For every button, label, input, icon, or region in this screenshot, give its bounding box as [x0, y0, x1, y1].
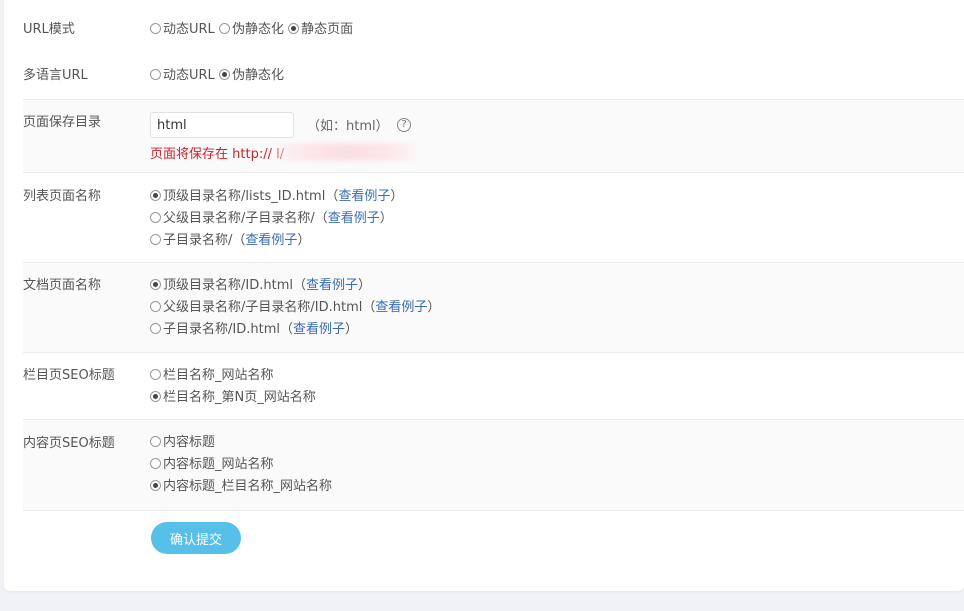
row-column-seo-title: 栏目页SEO标题 栏目名称_网站名称 栏目名称_第N页_网站名称	[23, 352, 964, 420]
radio-checked-icon[interactable]	[150, 279, 161, 290]
url-mode-option-dynamic[interactable]: 动态URL	[150, 20, 215, 40]
example-link[interactable]: 查看例子	[245, 233, 297, 248]
save-dir-label: 页面保存目录	[23, 115, 102, 130]
multilang-url-options: 动态URL 伪静态化	[150, 66, 284, 86]
redacted-url-blur	[272, 143, 422, 161]
url-mode-option-pseudo-static[interactable]: 伪静态化	[218, 20, 284, 40]
row-url-mode: URL模式 动态URL 伪静态化 静态页面	[23, 20, 964, 46]
radio-icon[interactable]	[150, 458, 161, 469]
list-option-parent-child[interactable]: 父级目录名称/子目录名称/（查看例子）	[150, 208, 403, 230]
radio-icon[interactable]	[150, 301, 161, 312]
save-dir-input[interactable]	[150, 112, 294, 138]
radio-checked-icon[interactable]	[288, 23, 300, 34]
example-link[interactable]: 查看例子	[375, 300, 427, 315]
content-seo-title-label: 内容页SEO标题	[23, 436, 115, 451]
radio-checked-icon[interactable]	[150, 480, 161, 491]
settings-panel: URL模式 动态URL 伪静态化 静态页面 多语言URL 动态URL 伪静态化 …	[4, 0, 964, 591]
radio-icon[interactable]	[150, 323, 161, 334]
content-seo-option-3[interactable]: 内容标题_栏目名称_网站名称	[150, 476, 332, 498]
radio-icon[interactable]	[150, 23, 161, 34]
radio-icon[interactable]	[218, 23, 230, 34]
multilang-url-label: 多语言URL	[23, 68, 88, 83]
doc-option-child-dir[interactable]: 子目录名称/ID.html（查看例子）	[150, 319, 440, 341]
radio-icon[interactable]	[150, 212, 161, 223]
row-content-seo-title: 内容页SEO标题 内容标题 内容标题_网站名称 内容标题_栏目名称_网站名称	[23, 419, 964, 511]
save-dir-warning: 页面将保存在 http:// l/	[150, 147, 285, 162]
column-seo-option-1[interactable]: 栏目名称_网站名称	[150, 365, 316, 387]
doc-page-name-options: 顶级目录名称/ID.html（查看例子） 父级目录名称/子目录名称/ID.htm…	[150, 275, 440, 341]
url-mode-label: URL模式	[23, 22, 75, 37]
doc-option-parent-child[interactable]: 父级目录名称/子目录名称/ID.html（查看例子）	[150, 297, 440, 319]
content-seo-option-1[interactable]: 内容标题	[150, 432, 332, 454]
list-page-name-label: 列表页面名称	[23, 189, 102, 204]
radio-checked-icon[interactable]	[218, 69, 230, 80]
row-doc-page-name: 文档页面名称 顶级目录名称/ID.html（查看例子） 父级目录名称/子目录名称…	[23, 262, 964, 353]
column-seo-title-label: 栏目页SEO标题	[23, 368, 115, 383]
save-dir-field: （如：html） ? 页面将保存在 http:// l/	[150, 112, 650, 167]
multilang-option-dynamic[interactable]: 动态URL	[150, 66, 215, 86]
question-circle-icon[interactable]: ?	[397, 118, 411, 132]
radio-icon[interactable]	[150, 234, 161, 245]
row-save-dir: 页面保存目录 （如：html） ? 页面将保存在 http:// l/	[23, 99, 964, 173]
row-list-page-name: 列表页面名称 顶级目录名称/lists_ID.html（查看例子） 父级目录名称…	[23, 172, 964, 263]
list-option-top-dir[interactable]: 顶级目录名称/lists_ID.html（查看例子）	[150, 186, 403, 208]
doc-option-top-dir[interactable]: 顶级目录名称/ID.html（查看例子）	[150, 275, 440, 297]
url-mode-option-static[interactable]: 静态页面	[288, 20, 353, 40]
radio-icon[interactable]	[150, 69, 161, 80]
content-seo-title-options: 内容标题 内容标题_网站名称 内容标题_栏目名称_网站名称	[150, 432, 332, 498]
row-multilang-url: 多语言URL 动态URL 伪静态化	[23, 66, 964, 99]
radio-icon[interactable]	[150, 369, 161, 380]
radio-checked-icon[interactable]	[150, 391, 161, 402]
radio-icon[interactable]	[150, 436, 161, 447]
content-seo-option-2[interactable]: 内容标题_网站名称	[150, 454, 332, 476]
example-link[interactable]: 查看例子	[293, 322, 345, 337]
column-seo-title-options: 栏目名称_网站名称 栏目名称_第N页_网站名称	[150, 365, 316, 409]
list-option-child-dir[interactable]: 子目录名称/（查看例子）	[150, 230, 403, 252]
doc-page-name-label: 文档页面名称	[23, 278, 102, 293]
example-link[interactable]: 查看例子	[328, 211, 380, 226]
list-page-name-options: 顶级目录名称/lists_ID.html（查看例子） 父级目录名称/子目录名称/…	[150, 186, 403, 252]
example-link[interactable]: 查看例子	[306, 278, 358, 293]
multilang-option-pseudo-static[interactable]: 伪静态化	[218, 66, 284, 86]
column-seo-option-2[interactable]: 栏目名称_第N页_网站名称	[150, 387, 316, 409]
url-mode-options: 动态URL 伪静态化 静态页面	[150, 20, 353, 40]
example-link[interactable]: 查看例子	[338, 189, 390, 204]
submit-button[interactable]: 确认提交	[151, 522, 241, 554]
save-dir-hint: （如：html）	[307, 119, 389, 134]
radio-checked-icon[interactable]	[150, 190, 161, 201]
